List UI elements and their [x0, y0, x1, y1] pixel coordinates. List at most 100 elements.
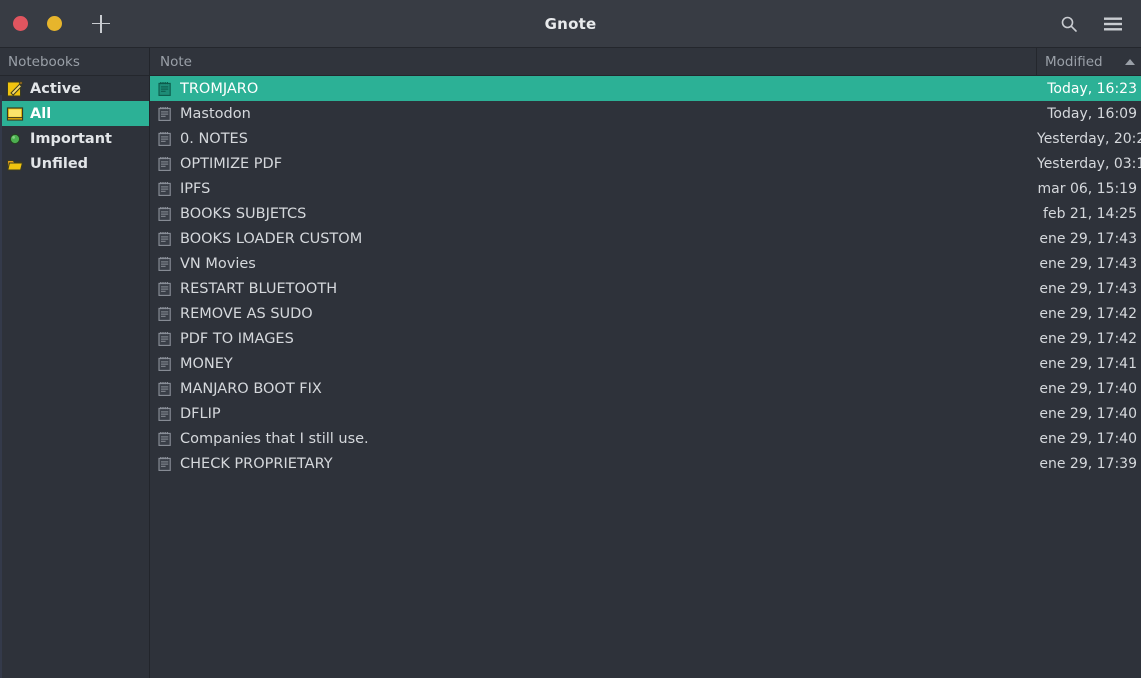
note-modified-date: ene 29, 17:39	[1039, 455, 1137, 472]
note-row-main: CHECK PROPRIETARY	[150, 456, 1037, 472]
note-row-main: RESTART BLUETOOTH	[150, 281, 1037, 297]
note-row-main: IPFS	[150, 181, 1037, 197]
sidebar-item-label: Important	[30, 130, 112, 147]
sidebar-item-label: Unfiled	[30, 155, 89, 172]
note-modified-date: ene 29, 17:41	[1039, 355, 1137, 372]
note-icon	[157, 156, 173, 172]
sort-ascending-icon	[1125, 58, 1135, 65]
column-header-note[interactable]: Note	[150, 48, 1037, 75]
notebook-list: Active All Important Unfiled	[0, 76, 149, 176]
note-row[interactable]: MANJARO BOOT FIX ene 29, 17:40	[150, 376, 1141, 401]
note-modified-date: mar 06, 15:19	[1037, 180, 1137, 197]
title-bar: Gnote	[0, 0, 1141, 48]
note-modified-date: ene 29, 17:40	[1039, 430, 1137, 447]
minimize-window-button[interactable]	[47, 16, 62, 31]
note-modified-date: Yesterday, 03:17	[1037, 155, 1141, 172]
note-row-main: OPTIMIZE PDF	[150, 156, 1037, 172]
note-title: Mastodon	[180, 105, 251, 122]
search-icon[interactable]	[1057, 12, 1081, 36]
sidebar-item-unfiled[interactable]: Unfiled	[0, 151, 149, 176]
note-row-main: Companies that I still use.	[150, 431, 1037, 447]
note-title: REMOVE AS SUDO	[180, 305, 313, 322]
note-rows: TROMJARO Today, 16:23 Mastodon Today, 16:0…	[150, 76, 1141, 678]
note-row[interactable]: BOOKS SUBJETCS feb 21, 14:25	[150, 201, 1141, 226]
note-icon	[157, 356, 173, 372]
note-icon	[157, 81, 173, 97]
close-window-button[interactable]	[13, 16, 28, 31]
note-title: MANJARO BOOT FIX	[180, 380, 322, 397]
note-row[interactable]: RESTART BLUETOOTH ene 29, 17:43	[150, 276, 1141, 301]
note-row[interactable]: BOOKS LOADER CUSTOM ene 29, 17:43	[150, 226, 1141, 251]
note-title: BOOKS SUBJETCS	[180, 205, 307, 222]
main-content: Notebooks Active All Important Unfiled N…	[0, 48, 1141, 678]
column-header-modified-label: Modified	[1045, 53, 1103, 70]
note-title: Companies that I still use.	[180, 430, 369, 447]
green-dot-icon	[6, 130, 24, 148]
hamburger-menu-icon[interactable]	[1101, 12, 1125, 36]
note-modified-date: ene 29, 17:40	[1039, 405, 1137, 422]
note-icon	[157, 206, 173, 222]
sidebar-item-active[interactable]: Active	[0, 76, 149, 101]
note-row[interactable]: PDF TO IMAGES ene 29, 17:42	[150, 326, 1141, 351]
note-row[interactable]: DFLIP ene 29, 17:40	[150, 401, 1141, 426]
note-title: RESTART BLUETOOTH	[180, 280, 338, 297]
note-row[interactable]: OPTIMIZE PDF Yesterday, 03:17	[150, 151, 1141, 176]
notebooks-sidebar: Notebooks Active All Important Unfiled	[0, 48, 150, 678]
window-title: Gnote	[544, 14, 597, 33]
note-icon	[157, 381, 173, 397]
note-row[interactable]: 0. NOTES Yesterday, 20:27	[150, 126, 1141, 151]
note-row-main: PDF TO IMAGES	[150, 331, 1037, 347]
note-modified-date: Yesterday, 20:27	[1037, 130, 1141, 147]
note-title: DFLIP	[180, 405, 221, 422]
note-row-main: BOOKS LOADER CUSTOM	[150, 231, 1037, 247]
note-icon	[157, 406, 173, 422]
note-title: OPTIMIZE PDF	[180, 155, 283, 172]
sidebar-item-important[interactable]: Important	[0, 126, 149, 151]
notebook-icon	[6, 105, 24, 123]
note-row-main: VN Movies	[150, 256, 1037, 272]
column-header-modified[interactable]: Modified	[1037, 48, 1141, 75]
header-actions	[1057, 12, 1141, 36]
note-modified-date: Today, 16:09	[1047, 105, 1137, 122]
column-header-note-label: Note	[160, 53, 192, 70]
note-row[interactable]: REMOVE AS SUDO ene 29, 17:42	[150, 301, 1141, 326]
folder-stack-icon	[6, 155, 24, 173]
note-list-header: Note Modified	[150, 48, 1141, 76]
note-modified-date: ene 29, 17:43	[1039, 255, 1137, 272]
note-list-pane: Note Modified TROMJARO Today, 16:23 Masto…	[150, 48, 1141, 678]
note-row[interactable]: Companies that I still use. ene 29, 17:40	[150, 426, 1141, 451]
note-row[interactable]: CHECK PROPRIETARY ene 29, 17:39	[150, 451, 1141, 476]
note-modified-date: ene 29, 17:40	[1039, 380, 1137, 397]
note-row[interactable]: VN Movies ene 29, 17:43	[150, 251, 1141, 276]
note-modified-date: feb 21, 14:25	[1043, 205, 1137, 222]
note-icon	[157, 181, 173, 197]
note-title: TROMJARO	[180, 80, 259, 97]
sidebar-item-label: Active	[30, 80, 82, 97]
note-modified-date: ene 29, 17:43	[1039, 230, 1137, 247]
note-modified-date: ene 29, 17:42	[1039, 305, 1137, 322]
note-title: IPFS	[180, 180, 211, 197]
note-title: 0. NOTES	[180, 130, 248, 147]
sidebar-item-all[interactable]: All	[0, 101, 149, 126]
note-title: CHECK PROPRIETARY	[180, 455, 333, 472]
note-row-main: MONEY	[150, 356, 1037, 372]
note-row-main: BOOKS SUBJETCS	[150, 206, 1037, 222]
note-row[interactable]: IPFS mar 06, 15:19	[150, 176, 1141, 201]
note-row-main: MANJARO BOOT FIX	[150, 381, 1037, 397]
note-icon	[157, 231, 173, 247]
note-icon	[157, 256, 173, 272]
note-row[interactable]: Mastodon Today, 16:09	[150, 101, 1141, 126]
note-row-main: REMOVE AS SUDO	[150, 306, 1037, 322]
new-note-button[interactable]	[88, 11, 114, 37]
note-icon	[157, 281, 173, 297]
note-title: PDF TO IMAGES	[180, 330, 294, 347]
note-row-main: Mastodon	[150, 106, 1037, 122]
note-row[interactable]: MONEY ene 29, 17:41	[150, 351, 1141, 376]
note-icon	[157, 456, 173, 472]
sidebar-item-label: All	[30, 105, 52, 122]
note-title: MONEY	[180, 355, 233, 372]
notebooks-header: Notebooks	[0, 48, 149, 76]
note-row[interactable]: TROMJARO Today, 16:23	[150, 76, 1141, 101]
note-icon	[157, 131, 173, 147]
note-title: BOOKS LOADER CUSTOM	[180, 230, 363, 247]
